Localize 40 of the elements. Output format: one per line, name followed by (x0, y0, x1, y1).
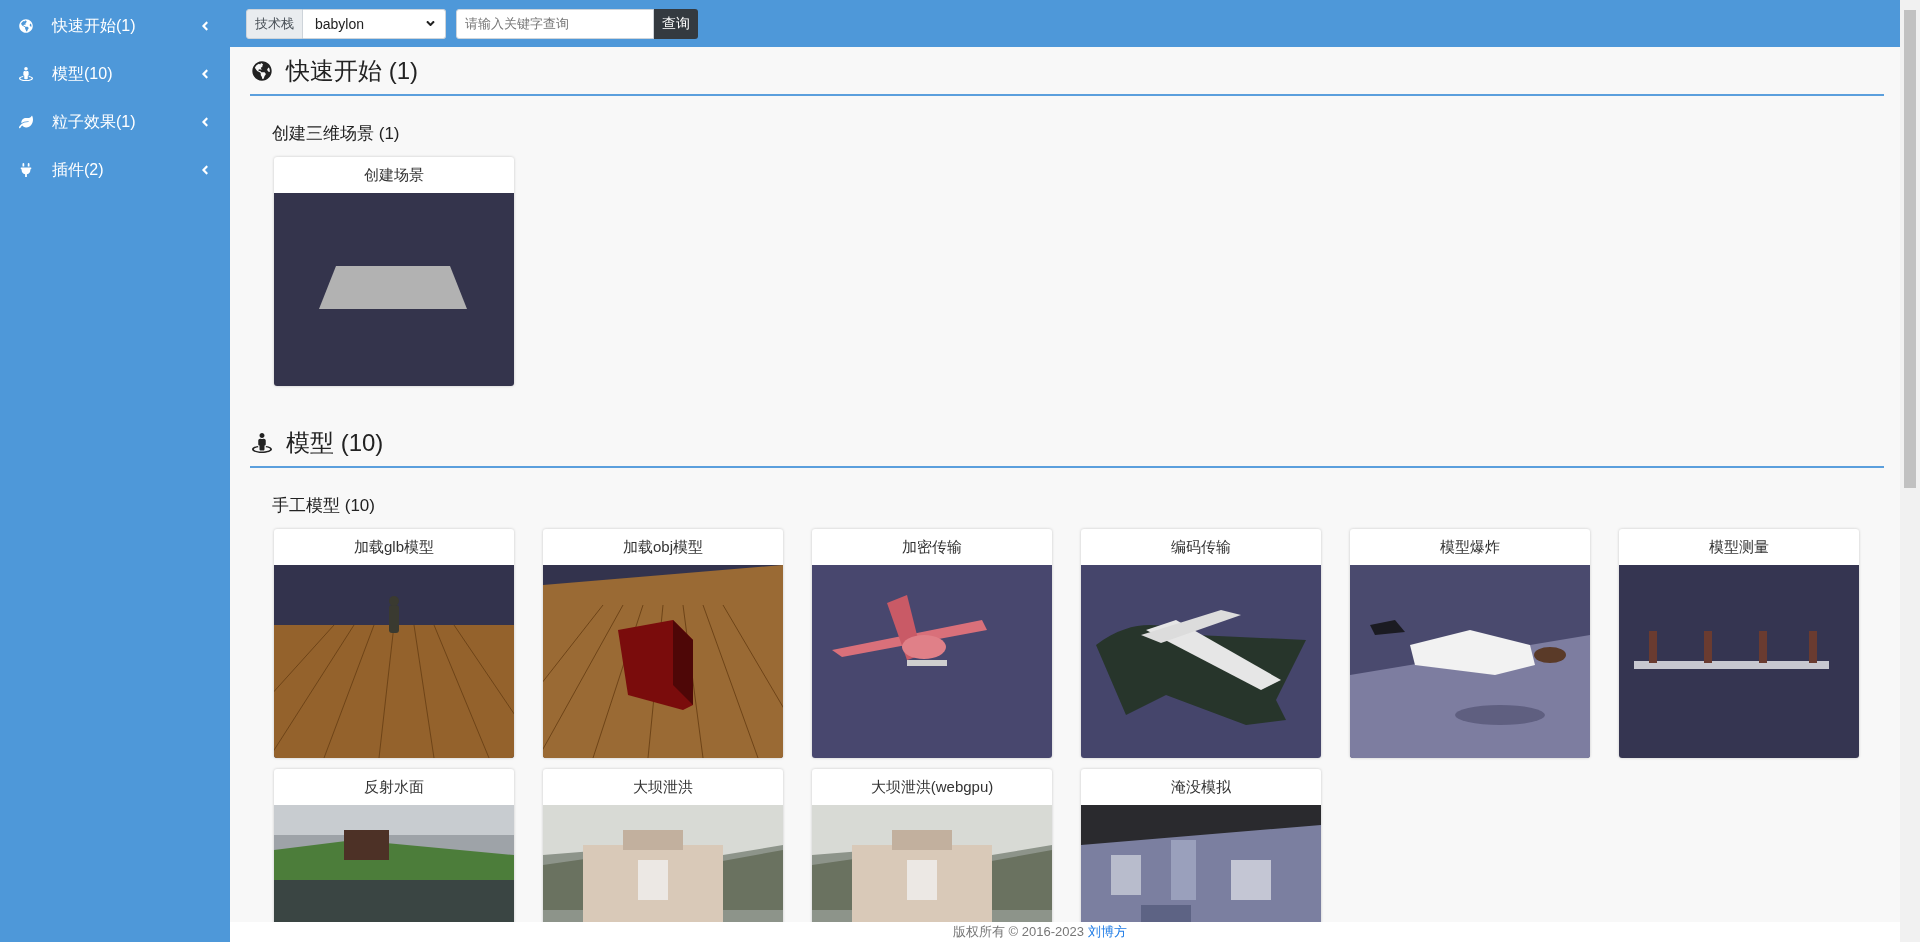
section-title: 模型 (10) (286, 428, 384, 458)
card-title: 创建场景 (363, 164, 425, 185)
case-card[interactable]: 模型测量 (1619, 529, 1859, 758)
card-title: 模型测量 (1708, 536, 1770, 557)
copyright-text: 版权所有 © 2016-2023 (953, 923, 1084, 941)
card-title: 加载glb模型 (353, 536, 435, 557)
stack-label: 技术栈 (246, 8, 303, 39)
case-card[interactable]: 加载glb模型 (274, 529, 514, 758)
case-card[interactable]: 加密传输 (812, 529, 1052, 758)
card-title: 反射水面 (363, 776, 425, 797)
card-title: 编码传输 (1170, 536, 1232, 557)
globe-icon (18, 19, 34, 33)
card-title: 淹没模拟 (1170, 776, 1232, 797)
person-icon (18, 67, 34, 81)
stack-select[interactable]: babylon (303, 8, 446, 39)
search-field[interactable]: 请输入关键字查询 (456, 8, 654, 39)
card-title: 加载obj模型 (622, 536, 704, 557)
globe-icon (252, 61, 272, 81)
card-title: 加密传输 (901, 536, 963, 557)
plug-icon (18, 163, 34, 177)
card-title: 大坝泄洪 (632, 776, 694, 797)
section-title: 快速开始 (1) (286, 56, 418, 86)
scrollbar[interactable] (1900, 0, 1920, 942)
group-title: 手工模型 (10) (272, 495, 376, 517)
case-card[interactable]: 大坝泄洪 (543, 769, 783, 922)
group-title: 创建三维场景 (1) (272, 123, 401, 145)
case-card[interactable]: 加载obj模型 (543, 529, 783, 758)
case-card[interactable]: 编码传输 (1081, 529, 1321, 758)
case-card[interactable]: 反射水面 (274, 769, 514, 922)
leaf-icon (18, 115, 34, 129)
case-card[interactable]: 模型爆炸 (1350, 529, 1590, 758)
search-button[interactable]: 查询 (654, 8, 698, 39)
case-card[interactable]: 大坝泄洪(webgpu) (812, 769, 1052, 922)
scrollbar-thumb[interactable] (1904, 10, 1916, 488)
card-title: 大坝泄洪(webgpu) (869, 776, 995, 797)
case-card[interactable]: 创建场景 (274, 157, 514, 386)
case-card[interactable]: 淹没模拟 (1081, 769, 1321, 922)
author-link[interactable]: 刘博方 (1088, 923, 1127, 941)
card-title: 模型爆炸 (1439, 536, 1501, 557)
person-icon (252, 433, 272, 453)
